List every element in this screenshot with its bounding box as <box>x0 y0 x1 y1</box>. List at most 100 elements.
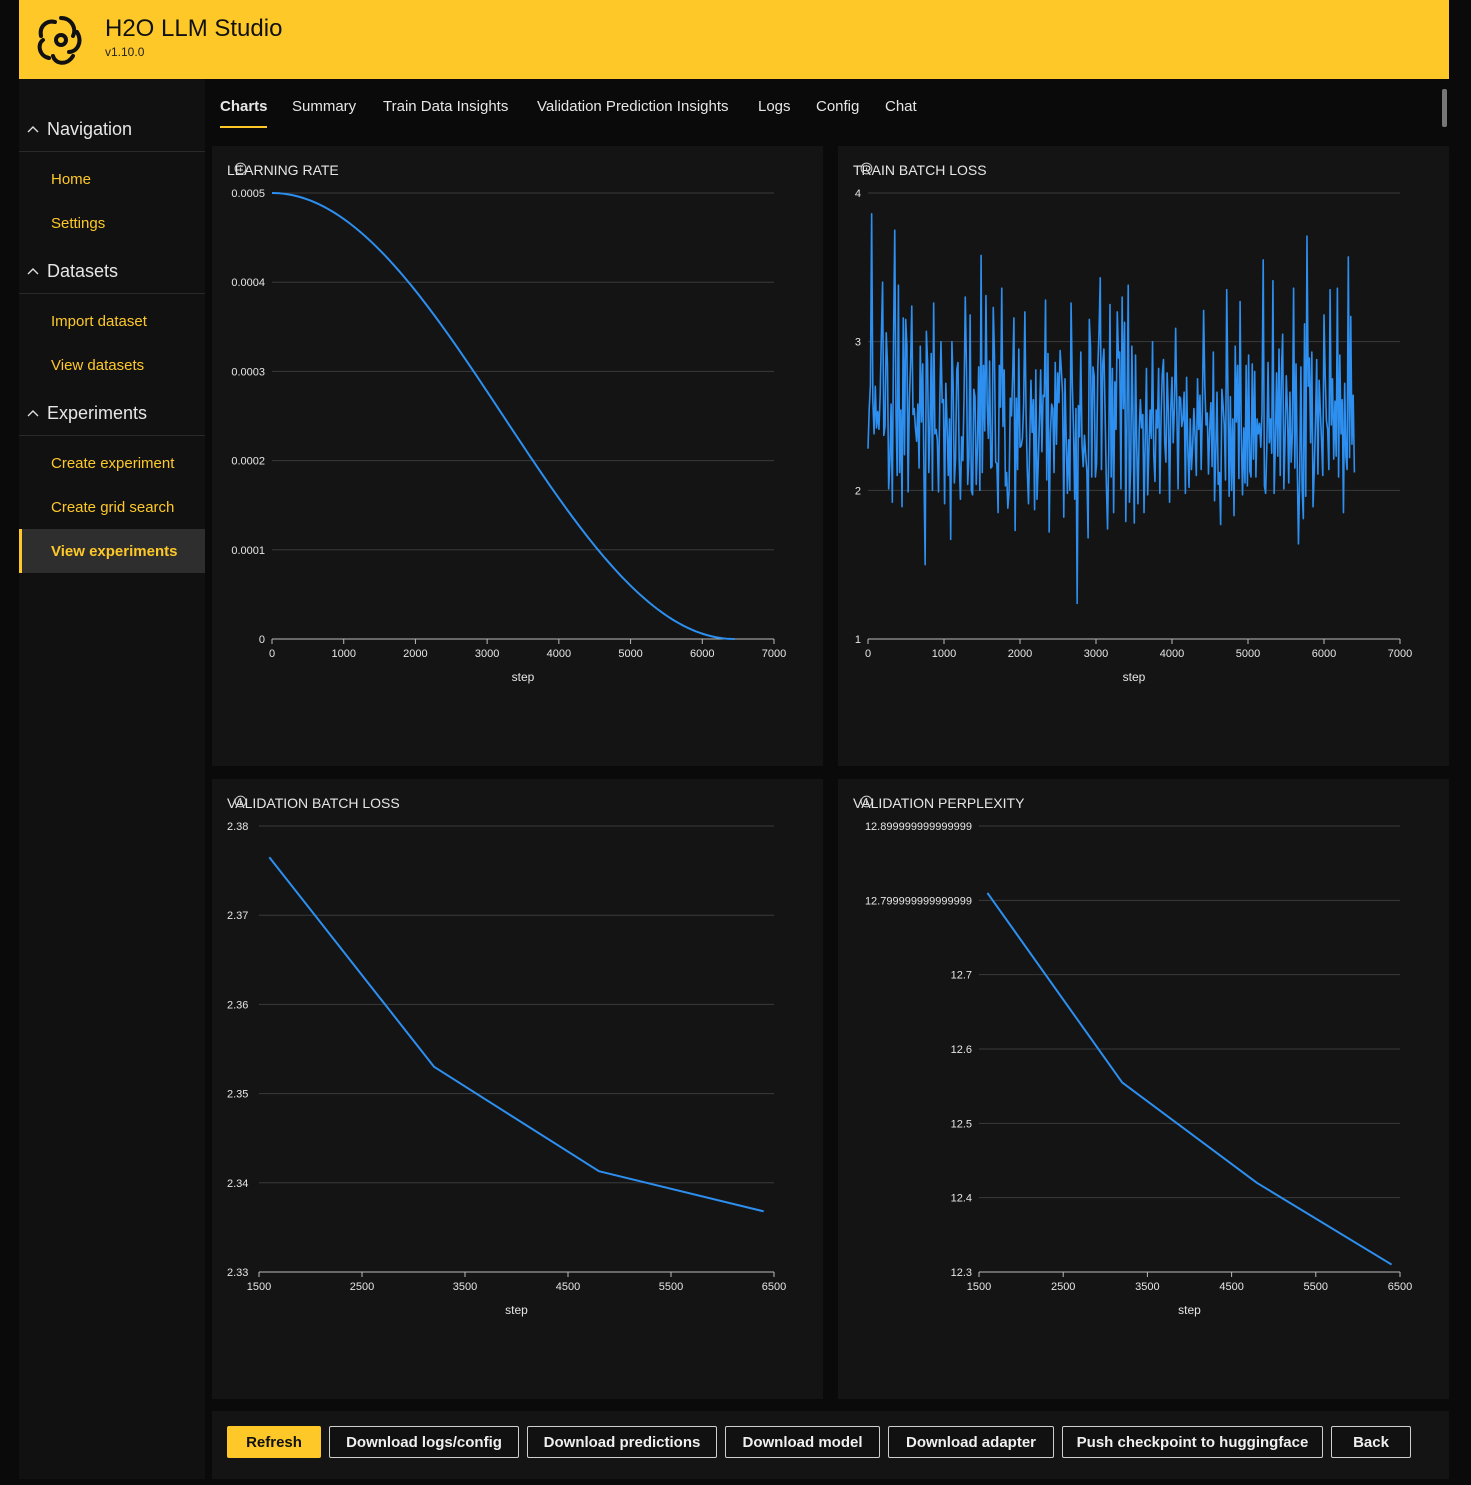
x-tick-label: 2500 <box>350 1281 374 1293</box>
sidebar-item-home[interactable]: Home <box>19 157 205 201</box>
x-axis-label: step <box>512 670 535 684</box>
y-tick-label: 2.37 <box>227 910 248 922</box>
x-tick-label: 1000 <box>932 648 956 660</box>
tab-scrollbar[interactable] <box>1442 89 1447 127</box>
x-tick-label: 3000 <box>475 648 499 660</box>
series-line <box>271 192 735 640</box>
y-tick-label: 2.34 <box>227 1178 248 1190</box>
x-tick-label: 3500 <box>453 1281 477 1293</box>
sidebar-item-settings[interactable]: Settings <box>19 201 205 245</box>
sidebar-item-create-grid-search[interactable]: Create grid search <box>19 485 205 529</box>
x-tick-label: 5000 <box>1236 648 1260 660</box>
y-tick-label: 4 <box>855 188 861 200</box>
series-line <box>268 856 764 1213</box>
nav-group-label: Navigation <box>47 119 133 139</box>
chart-card-learning-rate: 0 0.0001 0.0002 0.0003 0.0004 0.0005 0 1000 2000… <box>212 146 823 766</box>
info-icon[interactable] <box>860 162 873 175</box>
x-axis-label: step <box>505 1303 528 1317</box>
tab-chat[interactable]: Chat <box>885 98 917 115</box>
sidebar-item-create-experiment[interactable]: Create experiment <box>19 441 205 485</box>
y-tick-label: 1 <box>855 634 861 646</box>
chart-title: VALIDATION PERPLEXITY <box>853 795 1024 811</box>
push-checkpoint-button[interactable]: Push checkpoint to huggingface <box>1062 1426 1323 1458</box>
info-icon[interactable] <box>234 795 247 808</box>
download-logs-config-button[interactable]: Download logs/config <box>329 1426 519 1458</box>
y-tick-label: 2.36 <box>227 999 248 1011</box>
back-button[interactable]: Back <box>1331 1426 1411 1458</box>
series-line <box>986 892 1393 1266</box>
active-tab-indicator <box>220 126 267 128</box>
x-tick-label: 1000 <box>331 648 355 660</box>
y-tick-label: 12.5 <box>951 1118 972 1130</box>
app-title: H2O LLM Studio <box>105 15 283 42</box>
refresh-button[interactable]: Refresh <box>227 1426 321 1458</box>
chart-card-train-batch-loss: 1 2 3 4 0 1000 2000 3000 4000 5000 6000 7000 step TR… <box>838 146 1449 766</box>
chart-title-text: TRAIN BATCH LOSS <box>853 162 987 178</box>
learning-rate-chart: 0 0.0001 0.0002 0.0003 0.0004 0.0005 0 1000 2000… <box>231 188 786 684</box>
chevron-up-icon <box>27 409 39 416</box>
x-axis-label: step <box>1178 1303 1201 1317</box>
train-batch-loss-chart: 1 2 3 4 0 1000 2000 3000 4000 5000 6000 7000 step <box>855 188 1412 684</box>
x-tick-label: 6500 <box>1388 1281 1412 1293</box>
sidebar-item-view-experiments[interactable]: View experiments <box>19 529 205 573</box>
info-icon[interactable] <box>860 795 873 808</box>
x-tick-label: 1500 <box>967 1281 991 1293</box>
chevron-up-icon <box>27 125 39 132</box>
x-tick-label: 6500 <box>762 1281 786 1293</box>
y-tick-label: 2 <box>855 485 861 497</box>
x-tick-label: 3500 <box>1135 1281 1159 1293</box>
tab-validation-prediction-insights[interactable]: Validation Prediction Insights <box>537 98 729 115</box>
tab-logs[interactable]: Logs <box>758 98 791 115</box>
validation-batch-loss-chart: 2.33 2.34 2.35 2.36 2.37 2.38 1500 2500 3500 4500… <box>227 821 786 1317</box>
y-tick-label: 0.0003 <box>231 366 265 378</box>
y-tick-label: 0.0002 <box>231 456 265 468</box>
y-tick-label: 2.38 <box>227 821 248 833</box>
chart-card-validation-batch-loss: 2.33 2.34 2.35 2.36 2.37 2.38 1500 2500 3500 4500… <box>212 779 823 1399</box>
nav-group-navigation[interactable]: Navigation <box>19 108 205 152</box>
chart-title: TRAIN BATCH LOSS <box>853 162 987 178</box>
nav-group-experiments[interactable]: Experiments <box>19 392 205 436</box>
y-tick-label: 0.0004 <box>231 277 265 289</box>
tab-config[interactable]: Config <box>816 98 859 115</box>
x-tick-label: 2500 <box>1051 1281 1075 1293</box>
y-tick-label: 12.3 <box>951 1267 972 1279</box>
nav-group-datasets[interactable]: Datasets <box>19 250 205 294</box>
x-tick-label: 5000 <box>618 648 642 660</box>
x-tick-label: 5500 <box>659 1281 683 1293</box>
chart-title: LEARNING RATE <box>227 162 339 178</box>
y-tick-label: 0.0001 <box>231 545 265 557</box>
y-tick-label: 0 <box>259 634 265 646</box>
tab-train-data-insights[interactable]: Train Data Insights <box>383 98 508 115</box>
chart-card-validation-perplexity: 12.3 12.4 12.5 12.6 12.7 12.799999999999999 12… <box>838 779 1449 1399</box>
x-tick-label: 4000 <box>1160 648 1184 660</box>
app-version: v1.10.0 <box>105 45 145 59</box>
download-model-button[interactable]: Download model <box>725 1426 880 1458</box>
app-header: H2O LLM Studio v1.10.0 <box>19 0 1449 79</box>
download-predictions-button[interactable]: Download predictions <box>527 1426 717 1458</box>
x-tick-label: 3000 <box>1084 648 1108 660</box>
sidebar-item-import-dataset[interactable]: Import dataset <box>19 299 205 343</box>
sidebar: Navigation Home Settings Datasets Import… <box>19 79 205 1479</box>
x-tick-label: 4500 <box>1219 1281 1243 1293</box>
y-tick-label: 12.4 <box>951 1193 972 1205</box>
nav-group-label: Datasets <box>47 261 119 281</box>
y-tick-label: 12.7 <box>951 970 972 982</box>
chevron-up-icon <box>27 267 39 274</box>
chart-title-text: VALIDATION PERPLEXITY <box>853 795 1025 811</box>
download-adapter-button[interactable]: Download adapter <box>888 1426 1054 1458</box>
x-tick-label: 6000 <box>1312 648 1336 660</box>
sidebar-item-view-datasets[interactable]: View datasets <box>19 343 205 387</box>
x-tick-label: 1500 <box>247 1281 271 1293</box>
tab-charts[interactable]: Charts <box>220 98 268 115</box>
x-tick-label: 2000 <box>1008 648 1032 660</box>
info-icon[interactable] <box>234 162 247 175</box>
y-tick-label: 0.0005 <box>231 188 265 200</box>
y-tick-label: 3 <box>855 337 861 349</box>
y-tick-label: 12.6 <box>951 1044 972 1056</box>
series-line <box>867 213 1356 605</box>
x-tick-label: 0 <box>269 648 275 660</box>
tab-summary[interactable]: Summary <box>292 98 356 115</box>
h2o-logo-icon <box>37 16 82 65</box>
x-tick-label: 7000 <box>762 648 786 660</box>
action-bar: Refresh Download logs/config Download pr… <box>212 1411 1449 1479</box>
